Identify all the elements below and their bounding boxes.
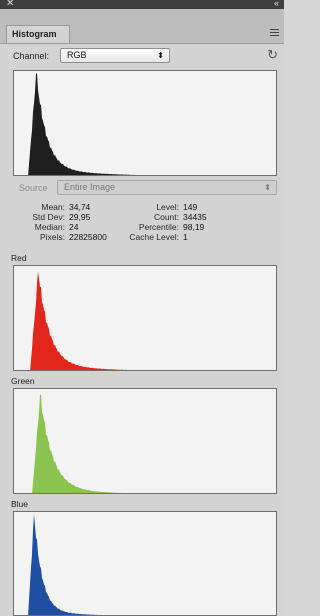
source-select-value: Entire Image [64,182,116,192]
stat-key: Median: [34,222,65,232]
stat-value: 149 [183,202,198,212]
select-arrows-icon: ⬍ [157,51,164,60]
histogram-green-graph [31,394,126,493]
panel-top-strip: ✕ « [0,0,284,9]
panel-tab-bar: Histogram [0,9,284,44]
histogram-blue-graph [28,514,104,615]
stat-value: 34,74 [69,202,91,212]
stat-key: Cache Level: [129,232,179,242]
source-label: Source [19,183,48,193]
histogram-red-graph [29,271,131,370]
select-arrows-icon: ⬍ [264,183,271,192]
source-select[interactable]: Entire Image ⬍ [57,180,277,195]
close-icon[interactable]: ✕ [6,0,14,9]
stat-key: Level: [156,202,179,212]
histogram-blue-fill [28,514,104,615]
stat-value: 29,95 [69,212,91,222]
channel-label: Channel: [13,51,50,61]
channel-select[interactable]: RGB ⬍ [60,48,170,63]
stat-key: Percentile: [138,222,179,232]
stat-key: Std Dev: [32,212,65,222]
panel-menu-icon[interactable] [270,29,279,38]
tab-histogram[interactable]: Histogram [6,25,70,43]
stat-value: 34435 [183,212,207,222]
stat-value: 22825800 [69,232,107,242]
stat-key: Count: [153,212,179,222]
histogram-blue-title: Blue [11,499,29,509]
histogram-rgb-graph [27,73,140,175]
channel-select-value: RGB [67,50,87,60]
histogram-rgb-fill [27,73,140,175]
histogram-blue [13,511,277,616]
stat-value: 1 [183,232,188,242]
histogram-rgb [13,70,277,176]
histogram-red [13,265,277,371]
histogram-red-title: Red [11,253,27,263]
histogram-green-fill [31,394,126,493]
histogram-red-fill [29,271,131,370]
stat-key: Pixels: [39,232,65,242]
stat-value: 98,19 [183,222,205,232]
histogram-green [13,388,277,494]
histogram-panel: ✕ « Histogram Channel: RGB ⬍ ↻ Source En… [0,0,284,616]
histogram-green-title: Green [11,376,35,386]
stat-key: Mean: [41,202,65,212]
stat-value: 24 [69,222,79,232]
collapse-icon[interactable]: « [274,0,279,8]
refresh-icon[interactable]: ↻ [267,47,278,63]
